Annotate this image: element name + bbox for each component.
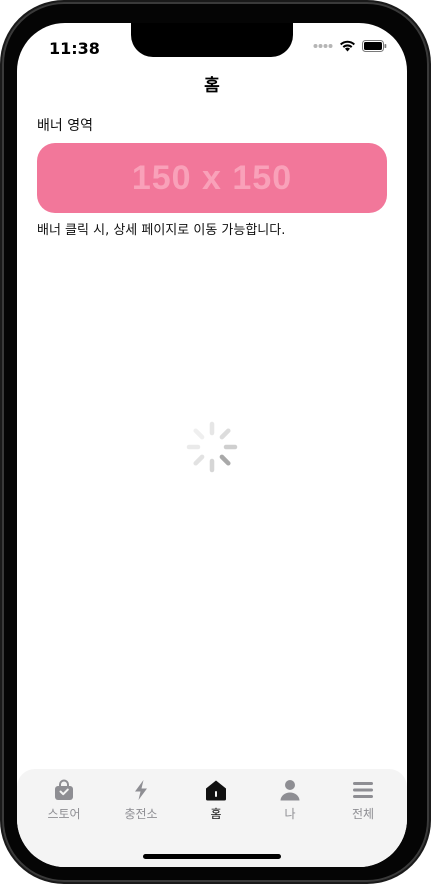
page-title: 홈 bbox=[204, 76, 220, 96]
activity-spinner-icon bbox=[186, 421, 238, 473]
device-notch bbox=[131, 23, 293, 57]
home-indicator[interactable] bbox=[143, 854, 281, 859]
tab-me-label: 나 bbox=[284, 807, 296, 821]
tab-bar: 스토어 충전소 홈 나 전체 bbox=[17, 769, 407, 867]
banner-description: 배너 클릭 시, 상세 페이지로 이동 가능합니다. bbox=[37, 223, 286, 238]
tab-home-label: 홈 bbox=[210, 807, 222, 821]
banner-placeholder-text: 150 x 150 bbox=[131, 158, 293, 197]
shopping-bag-icon bbox=[55, 779, 73, 800]
tab-home[interactable]: 홈 bbox=[181, 779, 251, 822]
signal-dots-icon bbox=[313, 44, 333, 48]
home-icon bbox=[206, 780, 226, 801]
person-icon bbox=[280, 780, 300, 801]
status-time: 11:38 bbox=[49, 39, 100, 58]
tab-all-menu[interactable]: 전체 bbox=[328, 779, 398, 822]
lightning-bolt-icon bbox=[135, 780, 147, 800]
battery-icon bbox=[362, 40, 387, 52]
tab-charging-station-label: 충전소 bbox=[124, 807, 158, 821]
banner-card[interactable]: 150 x 150 bbox=[37, 143, 387, 213]
tab-store[interactable]: 스토어 bbox=[29, 779, 99, 822]
app-screen: 11:38 홈 배너 영역 150 x 150 배너 클릭 시, 상세 페이지로… bbox=[17, 23, 407, 867]
menu-icon bbox=[353, 782, 373, 798]
device-frame: 11:38 홈 배너 영역 150 x 150 배너 클릭 시, 상세 페이지로… bbox=[0, 0, 431, 884]
tab-store-label: 스토어 bbox=[47, 807, 81, 821]
tab-me[interactable]: 나 bbox=[255, 779, 325, 822]
banner-section-label: 배너 영역 bbox=[37, 118, 93, 134]
tab-all-menu-label: 전체 bbox=[351, 807, 375, 821]
status-icons bbox=[313, 40, 387, 52]
wifi-icon bbox=[340, 40, 355, 52]
tab-charging-station[interactable]: 충전소 bbox=[106, 779, 176, 822]
